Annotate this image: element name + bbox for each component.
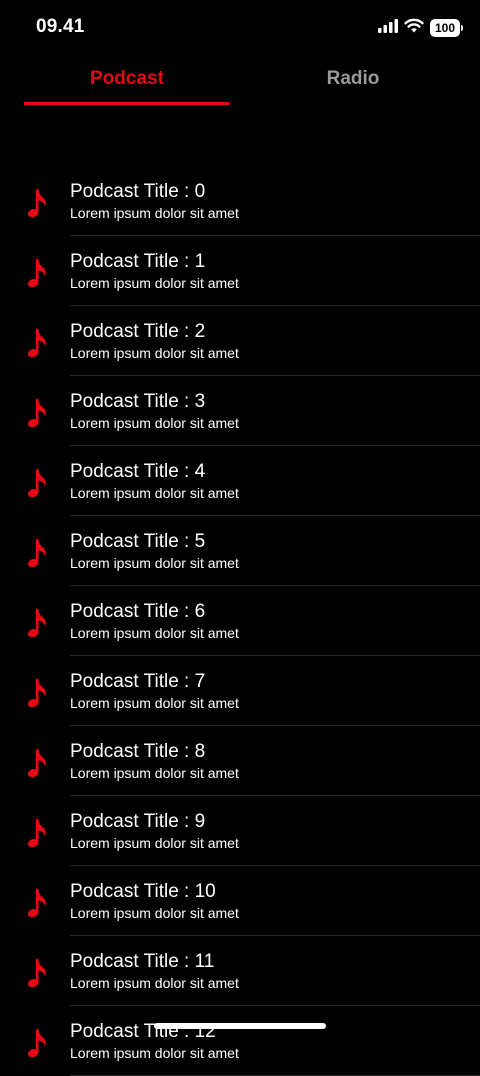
podcast-title: Podcast Title : 1 [70, 251, 206, 272]
list-item-text: Podcast Title : 7 Lorem ipsum dolor sit a… [70, 670, 239, 713]
list-item-text: Podcast Title : 10 Lorem ipsum dolor sit … [70, 880, 239, 923]
list-item[interactable]: Podcast Title : 10 Lorem ipsum dolor sit … [0, 866, 480, 936]
list-item[interactable]: Podcast Title : 9 Lorem ipsum dolor sit a… [0, 796, 480, 866]
podcast-title: Podcast Title : 6 [70, 601, 206, 622]
list-item[interactable]: Podcast Title : 11 Lorem ipsum dolor sit … [0, 936, 480, 1006]
podcast-list: Podcast Title : 0 Lorem ipsum dolor sit a… [0, 166, 480, 1076]
status-icons: 100 [378, 18, 463, 38]
podcast-subtitle: Lorem ipsum dolor sit amet [70, 765, 239, 781]
podcast-subtitle: Lorem ipsum dolor sit amet [70, 485, 239, 501]
status-time: 09.41 [36, 16, 85, 37]
list-item-text: Podcast Title : 1 Lorem ipsum dolor sit a… [70, 250, 239, 293]
signal-icon [378, 18, 398, 38]
list-item-text: Podcast Title : 9 Lorem ipsum dolor sit a… [70, 810, 239, 853]
podcast-subtitle: Lorem ipsum dolor sit amet [70, 695, 239, 711]
podcast-title: Podcast Title : 8 [70, 741, 206, 762]
music-note-icon [26, 538, 48, 568]
tab-podcast[interactable]: Podcast [24, 56, 230, 108]
podcast-subtitle: Lorem ipsum dolor sit amet [70, 555, 239, 571]
music-note-icon [26, 748, 48, 778]
podcast-title: Podcast Title : 4 [70, 461, 206, 482]
podcast-subtitle: Lorem ipsum dolor sit amet [70, 415, 239, 431]
podcast-subtitle: Lorem ipsum dolor sit amet [70, 975, 239, 991]
list-item[interactable]: Podcast Title : 12 Lorem ipsum dolor sit … [0, 1006, 480, 1076]
list-item-text: Podcast Title : 4 Lorem ipsum dolor sit a… [70, 460, 239, 503]
list-item-text: Podcast Title : 5 Lorem ipsum dolor sit a… [70, 530, 239, 573]
list-item[interactable]: Podcast Title : 2 Lorem ipsum dolor sit a… [0, 306, 480, 376]
podcast-subtitle: Lorem ipsum dolor sit amet [70, 625, 239, 641]
music-note-icon [26, 888, 48, 918]
list-item[interactable]: Podcast Title : 1 Lorem ipsum dolor sit a… [0, 236, 480, 306]
podcast-subtitle: Lorem ipsum dolor sit amet [70, 905, 239, 921]
list-item-text: Podcast Title : 8 Lorem ipsum dolor sit a… [70, 740, 239, 783]
podcast-title: Podcast Title : 5 [70, 531, 206, 552]
list-item-text: Podcast Title : 0 Lorem ipsum dolor sit a… [70, 180, 239, 223]
podcast-subtitle: Lorem ipsum dolor sit amet [70, 345, 239, 361]
podcast-subtitle: Lorem ipsum dolor sit amet [70, 205, 239, 221]
podcast-title: Podcast Title : 9 [70, 811, 206, 832]
music-note-icon [26, 258, 48, 288]
list-item[interactable]: Podcast Title : 3 Lorem ipsum dolor sit a… [0, 376, 480, 446]
list-item[interactable]: Podcast Title : 0 Lorem ipsum dolor sit a… [0, 166, 480, 236]
home-indicator[interactable] [154, 1023, 326, 1029]
list-item-text: Podcast Title : 6 Lorem ipsum dolor sit a… [70, 600, 239, 643]
tab-radio-label: Radio [326, 68, 380, 89]
music-note-icon [26, 958, 48, 988]
list-item-text: Podcast Title : 11 Lorem ipsum dolor sit … [70, 950, 239, 993]
music-note-icon [26, 468, 48, 498]
music-note-icon [26, 678, 48, 708]
podcast-subtitle: Lorem ipsum dolor sit amet [70, 1045, 239, 1061]
music-note-icon [26, 188, 48, 218]
podcast-title: Podcast Title : 3 [70, 391, 206, 412]
podcast-title: Podcast Title : 10 [70, 881, 216, 902]
podcast-subtitle: Lorem ipsum dolor sit amet [70, 275, 239, 291]
status-bar: 09.41 100 [0, 0, 480, 56]
tab-radio[interactable]: Radio [250, 56, 456, 108]
tab-podcast-label: Podcast [90, 68, 164, 89]
music-note-icon [26, 328, 48, 358]
list-item[interactable]: Podcast Title : 6 Lorem ipsum dolor sit a… [0, 586, 480, 656]
podcast-title: Podcast Title : 0 [70, 181, 206, 202]
list-item[interactable]: Podcast Title : 7 Lorem ipsum dolor sit a… [0, 656, 480, 726]
music-note-icon [26, 608, 48, 638]
podcast-title: Podcast Title : 11 [70, 951, 215, 972]
music-note-icon [26, 398, 48, 428]
podcast-title: Podcast Title : 2 [70, 321, 206, 342]
active-tab-indicator [24, 102, 230, 105]
podcast-title: Podcast Title : 7 [70, 671, 206, 692]
podcast-subtitle: Lorem ipsum dolor sit amet [70, 835, 239, 851]
music-note-icon [26, 1028, 48, 1058]
tab-bar: Podcast Radio [0, 56, 480, 108]
list-item-text: Podcast Title : 2 Lorem ipsum dolor sit a… [70, 320, 239, 363]
list-item[interactable]: Podcast Title : 5 Lorem ipsum dolor sit a… [0, 516, 480, 586]
battery-icon: 100 [430, 19, 463, 37]
music-note-icon [26, 818, 48, 848]
list-item-text: Podcast Title : 3 Lorem ipsum dolor sit a… [70, 390, 239, 433]
wifi-icon [404, 18, 424, 38]
list-item[interactable]: Podcast Title : 4 Lorem ipsum dolor sit a… [0, 446, 480, 516]
list-item[interactable]: Podcast Title : 8 Lorem ipsum dolor sit a… [0, 726, 480, 796]
